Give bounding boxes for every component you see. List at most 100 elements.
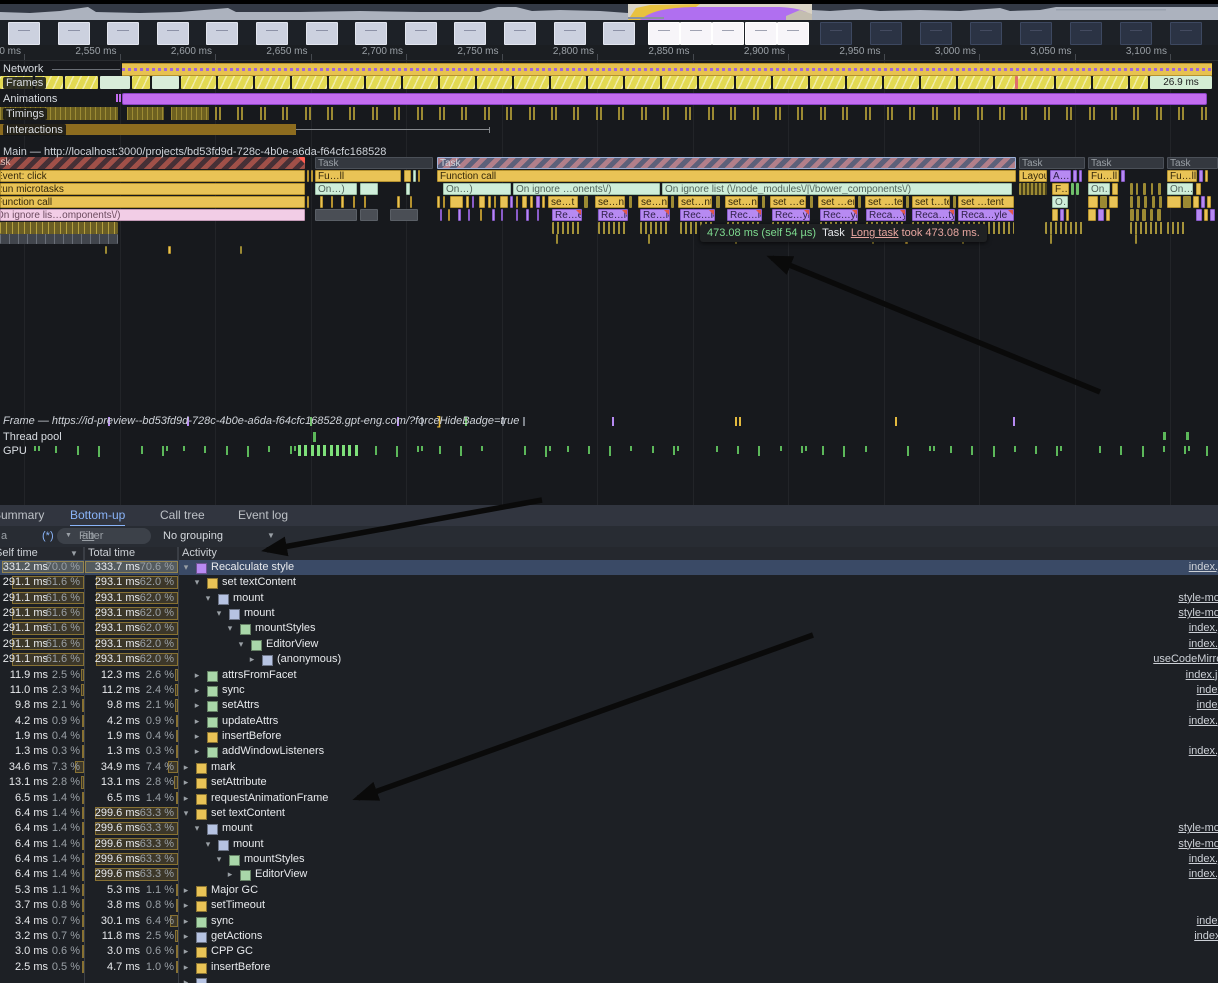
timing-mark[interactable] (753, 107, 755, 120)
flame-block[interactable] (410, 196, 412, 208)
frame-block[interactable] (588, 76, 623, 89)
flame-block[interactable]: Task (1167, 157, 1218, 169)
timing-mark[interactable] (958, 107, 960, 120)
screenshot-thumbnail[interactable] (206, 22, 238, 45)
timing-mark[interactable] (1048, 107, 1050, 120)
frame-block[interactable] (1093, 76, 1128, 89)
flame-block[interactable] (1167, 222, 1187, 234)
flame-block[interactable] (953, 196, 956, 208)
timing-mark[interactable] (219, 107, 221, 120)
collapse-arrow-icon[interactable]: ▸ (192, 729, 202, 744)
collapse-arrow-icon[interactable]: ▸ (192, 668, 202, 683)
timing-mark[interactable] (573, 107, 575, 120)
flame-block[interactable]: set …ent (770, 196, 806, 208)
flame-block[interactable] (1144, 196, 1147, 208)
network-track[interactable]: Network (0, 62, 1218, 76)
flame-block[interactable] (418, 170, 420, 182)
timing-mark[interactable] (372, 107, 374, 120)
source-link[interactable]: index. (1197, 914, 1218, 929)
flame-block[interactable]: On ignore …onents\/) (513, 183, 660, 195)
frame-block-idle[interactable] (100, 76, 130, 89)
flame-block[interactable] (501, 209, 503, 221)
timing-mark[interactable] (1070, 107, 1072, 120)
timing-mark[interactable] (241, 107, 243, 120)
flame-block[interactable]: set…nt (725, 196, 758, 208)
flame-block[interactable] (598, 222, 628, 234)
flame-block[interactable]: Fu…ll (315, 170, 401, 182)
timing-mark[interactable] (622, 107, 624, 120)
timing-mark[interactable] (465, 107, 467, 120)
timing-mark[interactable] (824, 107, 826, 120)
table-row[interactable]: 291.1 ms61.6 %293.1 ms62.0 %▾set textCon… (0, 575, 1218, 590)
timing-mark[interactable] (127, 107, 164, 120)
flame-block[interactable] (1052, 209, 1058, 221)
flame-block[interactable] (413, 170, 416, 182)
flame-block[interactable] (1136, 209, 1139, 221)
screenshot-thumbnail[interactable] (1170, 22, 1202, 45)
flame-block[interactable] (629, 196, 632, 208)
animations-track[interactable]: Animations (0, 92, 1218, 104)
timing-mark[interactable] (645, 107, 647, 120)
flame-block[interactable] (1137, 196, 1140, 208)
timing-mark[interactable] (1111, 107, 1113, 120)
flame-block[interactable] (1199, 170, 1203, 182)
flame-block[interactable]: Task (1019, 157, 1085, 169)
expand-arrow-icon[interactable]: ▾ (225, 621, 235, 636)
flame-block[interactable] (1183, 196, 1191, 208)
flame-block[interactable] (315, 209, 357, 221)
flame-block[interactable]: On…) (315, 183, 357, 195)
flame-block[interactable] (1157, 209, 1161, 221)
frame-block[interactable] (403, 76, 438, 89)
tab-summary[interactable]: Summary (0, 505, 44, 525)
column-header-total-time[interactable]: Total time (85, 547, 178, 560)
frame-block[interactable] (181, 76, 216, 89)
timing-mark[interactable] (1137, 107, 1139, 120)
flame-block[interactable]: Re…le (640, 209, 670, 221)
screenshot-thumbnail[interactable] (680, 22, 712, 45)
table-row[interactable]: 6.4 ms1.4 %299.6 ms63.3 %▾set textConten… (0, 806, 1218, 821)
flame-block[interactable]: Function call (0, 196, 305, 208)
flame-block[interactable] (492, 209, 495, 221)
collapse-arrow-icon[interactable]: ▸ (181, 883, 191, 898)
frame-block[interactable] (255, 76, 290, 89)
screenshot-thumbnail[interactable] (8, 22, 40, 45)
screenshot-thumbnail[interactable] (1070, 22, 1102, 45)
flame-block[interactable] (458, 209, 461, 221)
source-link[interactable]: index.js: (1186, 668, 1218, 683)
screenshot-thumbnail[interactable] (107, 22, 139, 45)
table-row[interactable]: 13.1 ms2.8 %13.1 ms2.8 %▸setAttribute (0, 775, 1218, 790)
timing-mark[interactable] (775, 107, 777, 120)
flame-block[interactable] (479, 196, 485, 208)
flame-block[interactable] (510, 196, 513, 208)
timing-mark[interactable] (1182, 107, 1184, 120)
timing-mark[interactable] (533, 107, 535, 120)
frame-block[interactable] (699, 76, 734, 89)
timing-mark[interactable] (529, 107, 531, 120)
flame-block[interactable] (640, 222, 670, 234)
timing-mark[interactable] (689, 107, 691, 120)
frame-block[interactable] (65, 76, 98, 89)
flame-block[interactable] (450, 196, 463, 208)
timing-mark[interactable] (394, 107, 396, 120)
source-link[interactable]: index.js (1189, 867, 1218, 882)
flame-block[interactable]: Re…e (552, 209, 582, 221)
flame-block[interactable] (552, 222, 582, 234)
timing-mark[interactable] (685, 107, 687, 120)
source-link[interactable]: index.j (1194, 929, 1218, 944)
collapse-arrow-icon[interactable]: ▸ (181, 898, 191, 913)
table-row[interactable]: 4.2 ms0.9 %4.2 ms0.9 %▸updateAttrsindex.… (0, 714, 1218, 729)
flame-block[interactable] (1130, 196, 1133, 208)
collapse-arrow-icon[interactable]: ▸ (181, 791, 191, 806)
collapse-arrow-icon[interactable]: ▸ (181, 975, 191, 983)
frame-block[interactable] (773, 76, 808, 89)
flame-block[interactable] (105, 246, 107, 254)
flame-block[interactable] (404, 170, 411, 182)
expand-arrow-icon[interactable]: ▾ (192, 821, 202, 836)
frame-duration-badge[interactable]: 26.9 ms (1150, 76, 1212, 89)
screenshot-thumbnail[interactable] (712, 22, 744, 45)
table-row[interactable]: 1.3 ms0.3 %1.3 ms0.3 %▸addWindowListener… (0, 744, 1218, 759)
timing-mark[interactable] (667, 107, 669, 120)
animation-bar[interactable] (122, 93, 1207, 105)
table-row[interactable]: 11.0 ms2.3 %11.2 ms2.4 %▸syncindex. (0, 683, 1218, 698)
flame-block[interactable] (537, 209, 539, 221)
